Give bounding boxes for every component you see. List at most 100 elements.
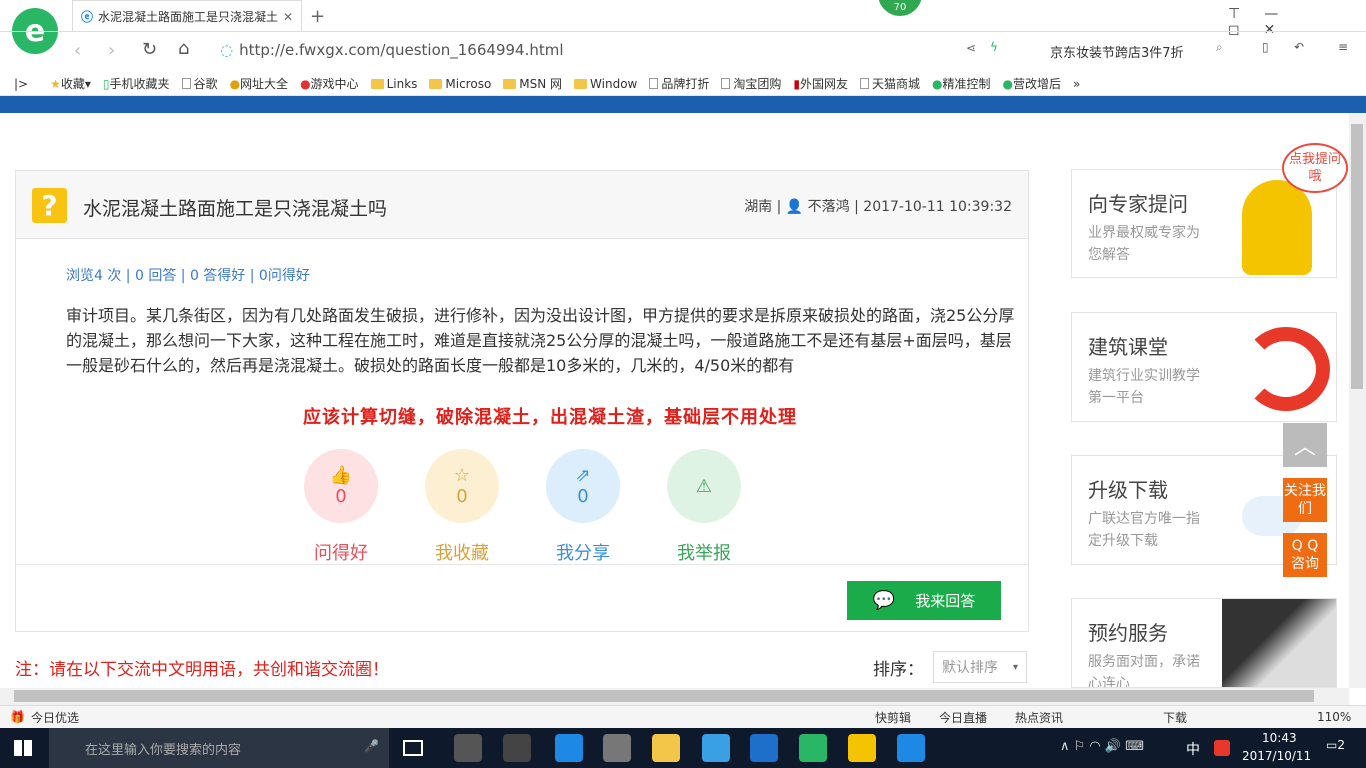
bookmark-microsoft[interactable]: Microso xyxy=(429,77,491,91)
chevron-down-icon: ▾ xyxy=(1012,661,1018,673)
answer-note: 应该计算切缝，破除混凝土，出混凝土渣，基础层不用处理 xyxy=(303,407,797,428)
site-header-bar xyxy=(0,96,1366,113)
app-icon-5[interactable] xyxy=(897,734,925,762)
action-3[interactable]: ⚠ 我举报 xyxy=(666,449,742,565)
bookmark-msn[interactable]: MSN 网 xyxy=(503,75,562,92)
browser-tab[interactable]: ⓔ 水泥混凝土路面施工是只浇混凝土 ✕ xyxy=(72,0,302,32)
bookmark-brand[interactable]: 品牌打折 xyxy=(649,75,709,92)
status-news[interactable]: 热点资讯 xyxy=(1015,709,1063,726)
zoom-level[interactable]: 110% xyxy=(1317,710,1351,724)
bookmark-tmall[interactable]: 天猫商城 xyxy=(860,75,920,92)
edge-icon[interactable] xyxy=(555,734,583,762)
action-circle[interactable]: ⚠ xyxy=(667,449,741,523)
bookmark-mobile[interactable]: ▯ 手机收藏夹 xyxy=(103,75,170,92)
home-icon[interactable]: ⌂ xyxy=(178,38,189,59)
action-label: 我举报 xyxy=(677,543,731,564)
qq-consult-button[interactable]: Q Q 咨询 xyxy=(1283,533,1327,577)
search-icon[interactable]: ⌕ xyxy=(1216,40,1223,55)
action-icon: ☆ xyxy=(453,465,471,486)
back-icon[interactable]: ‹ xyxy=(74,40,81,61)
chat-icon: 💬 xyxy=(872,590,896,611)
question-body: 审计项目。某几条街区，因为有几处路面发生破损，进行修补，因为没出设计图，甲方提供… xyxy=(66,306,1015,375)
microphone-icon[interactable]: 🎤 xyxy=(364,739,379,753)
bookmark-precise[interactable]: ● 精准控制 xyxy=(932,75,991,92)
classroom-logo-icon xyxy=(1242,327,1330,411)
action-icon: ⇗ xyxy=(575,465,591,486)
app-icon-3[interactable] xyxy=(750,734,778,762)
question-title: 水泥混凝土路面施工是只浇混凝土吗 xyxy=(83,198,388,220)
action-circle[interactable]: ⇗ 0 xyxy=(546,449,620,523)
action-count: 0 xyxy=(577,486,589,507)
browser-chrome: e ⓔ 水泥混凝土路面施工是只浇混凝土 ✕ + 70 ⊤—◻✕ ‹ › ↻ ⌂ … xyxy=(0,0,1366,113)
browser-taskbar-icon[interactable] xyxy=(799,734,827,762)
share-icon[interactable]: ⋖ xyxy=(966,41,976,55)
app-icon-4[interactable] xyxy=(848,734,876,762)
horizontal-scroll-thumb[interactable] xyxy=(14,690,1314,702)
app-icon-2[interactable] xyxy=(503,734,531,762)
mascot-icon xyxy=(1242,180,1312,275)
ie-icon[interactable] xyxy=(702,734,730,762)
back-to-top-button[interactable]: ︿ xyxy=(1283,423,1327,467)
divider xyxy=(16,564,1028,565)
close-tab-icon[interactable]: ✕ xyxy=(283,10,293,24)
status-clip[interactable]: 快剪辑 xyxy=(875,709,911,726)
action-circle[interactable]: ☆ 0 xyxy=(425,449,499,523)
bookmark-hao[interactable]: ● 网址大全 xyxy=(230,75,289,92)
clock-time[interactable]: 10:43 xyxy=(1262,731,1297,745)
vertical-scroll-thumb[interactable] xyxy=(1351,124,1363,389)
app-icon-1[interactable] xyxy=(454,734,482,762)
file-explorer-icon[interactable] xyxy=(652,734,680,762)
status-deals[interactable]: 今日优选 xyxy=(31,709,79,726)
bookmark-vat[interactable]: ● 营改增后 xyxy=(1003,75,1062,92)
refresh-icon[interactable]: ↻ xyxy=(142,39,157,60)
sidebar-classroom[interactable]: 建筑课堂 建筑行业实训教学第一平台 xyxy=(1071,312,1337,422)
url-text: http://e.fwxgx.com/question_1664994.html xyxy=(239,41,564,59)
taskbar-search-input[interactable]: 在这里输入你要搜索的内容 xyxy=(49,728,389,768)
undo-icon[interactable]: ↶ xyxy=(1294,40,1304,54)
sort-label: 排序： xyxy=(873,660,924,680)
action-label: 问得好 xyxy=(314,543,368,564)
question-header: ? 水泥混凝土路面施工是只浇混凝土吗 湖南 | 👤 不落鸿 | 2017-10-… xyxy=(16,171,1028,239)
tab-divider xyxy=(0,31,1366,32)
bookmark-foreign[interactable]: ▮ 外国网友 xyxy=(793,75,848,92)
ime-indicator[interactable]: 中 xyxy=(1186,739,1200,759)
sogou-icon[interactable] xyxy=(1214,740,1230,756)
action-count: 0 xyxy=(456,486,468,507)
ie-icon: ⓔ xyxy=(81,10,94,24)
new-tab-icon[interactable]: + xyxy=(310,6,325,27)
site-icon: ◌ xyxy=(220,41,234,59)
clock-date[interactable]: 2017/10/11 xyxy=(1242,749,1311,763)
ask-bubble[interactable]: 点我提问哦 xyxy=(1282,143,1348,193)
sidebar-toggle-icon[interactable]: |> xyxy=(14,77,28,91)
mobile-icon[interactable]: ▯ xyxy=(1262,40,1269,54)
action-0[interactable]: 👍 0 问得好 xyxy=(303,449,379,565)
more-bookmarks-icon[interactable]: » xyxy=(1073,77,1080,91)
task-view-icon[interactable] xyxy=(403,740,423,756)
sidebar-appointment[interactable]: 预约服务 服务面对面，承诺心连心 xyxy=(1071,598,1337,688)
notification-count: 2 xyxy=(1337,738,1345,752)
status-live[interactable]: 今日直播 xyxy=(939,709,987,726)
bookmark-windows[interactable]: Window xyxy=(574,77,637,91)
bookmark-google[interactable]: 谷歌 xyxy=(181,75,218,92)
lightning-icon[interactable]: ϟ xyxy=(990,40,998,54)
store-icon[interactable] xyxy=(603,734,631,762)
action-circle[interactable]: 👍 0 xyxy=(304,449,378,523)
address-bar[interactable]: ◌ http://e.fwxgx.com/question_1664994.ht… xyxy=(220,38,960,62)
windows-start-icon[interactable] xyxy=(14,740,32,756)
action-1[interactable]: ☆ 0 我收藏 xyxy=(424,449,500,565)
bookmark-links[interactable]: Links xyxy=(370,77,417,91)
sort-select[interactable]: 默认排序 ▾ xyxy=(933,651,1027,683)
forward-icon[interactable]: › xyxy=(108,40,115,61)
bookmark-taobao[interactable]: 淘宝团购 xyxy=(721,75,781,92)
search-hint[interactable]: 京东妆装节跨店3件7折 xyxy=(1050,42,1184,61)
bookmark-favorites[interactable]: ★ 收藏 ▾ xyxy=(50,75,91,92)
status-download[interactable]: 下载 xyxy=(1163,709,1187,726)
follow-us-button[interactable]: 关注我们 xyxy=(1283,478,1327,522)
menu-icon[interactable]: ≡ xyxy=(1338,40,1348,54)
handshake-image xyxy=(1222,599,1336,687)
action-2[interactable]: ⇗ 0 我分享 xyxy=(545,449,621,565)
badge: 70 xyxy=(878,0,922,16)
answer-button[interactable]: 💬 我来回答 xyxy=(847,581,1001,620)
notification-icon[interactable]: ▭2 xyxy=(1326,738,1345,752)
bookmark-games[interactable]: ● 游戏中心 xyxy=(300,75,359,92)
